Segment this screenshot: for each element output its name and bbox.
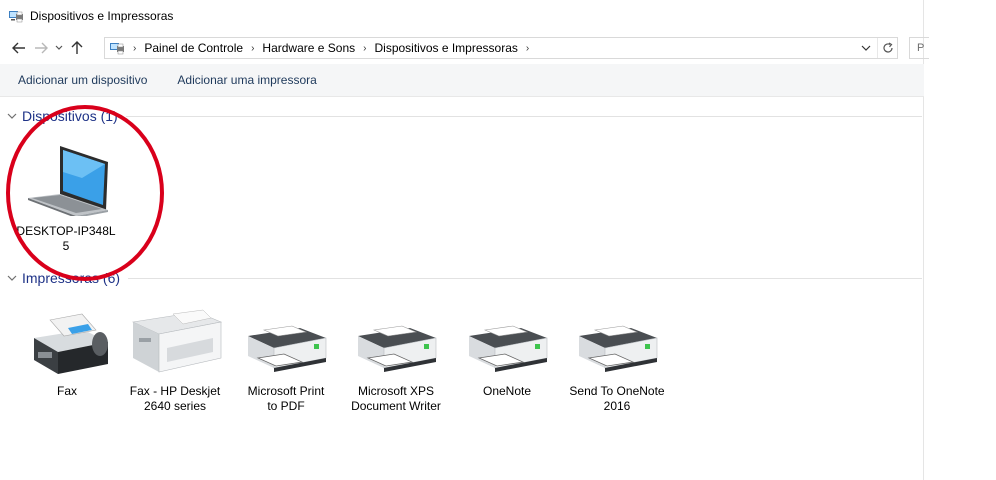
group-divider bbox=[128, 277, 922, 279]
arrow-left-icon bbox=[12, 42, 25, 54]
devices-group-header[interactable]: Dispositivos (1) bbox=[0, 107, 924, 125]
printer-fax[interactable]: Fax bbox=[17, 304, 117, 399]
refresh-icon bbox=[882, 42, 893, 53]
laptop-icon bbox=[18, 136, 114, 216]
devices-printers-app-icon bbox=[9, 11, 23, 23]
address-history-dropdown[interactable] bbox=[857, 38, 875, 58]
devices-printers-window: Dispositivos e Impressoras › Painel de C… bbox=[0, 0, 929, 480]
back-button[interactable] bbox=[8, 36, 30, 60]
group-divider bbox=[125, 115, 922, 117]
control-panel-icon bbox=[110, 43, 124, 55]
address-bar[interactable]: › Painel de Controle › Hardware e Sons ›… bbox=[104, 37, 898, 59]
arrow-right-icon bbox=[35, 42, 48, 54]
printer-onenote[interactable]: OneNote bbox=[457, 304, 557, 399]
window-title: Dispositivos e Impressoras bbox=[30, 9, 174, 23]
breadcrumb-separator-icon[interactable]: › bbox=[363, 43, 366, 54]
collapse-chevron-icon[interactable] bbox=[2, 113, 22, 120]
collapse-chevron-icon[interactable] bbox=[2, 275, 22, 282]
breadcrumb-separator-icon[interactable]: › bbox=[526, 43, 529, 54]
printer-icon bbox=[459, 304, 555, 376]
inkjet-printer-icon bbox=[127, 304, 223, 376]
breadcrumb-devices-printers[interactable]: Dispositivos e Impressoras bbox=[374, 41, 517, 55]
search-input[interactable]: P bbox=[909, 37, 929, 59]
printers-group-label: Impressoras (6) bbox=[22, 270, 121, 286]
printer-microsoft-print-to-pdf[interactable]: Microsoft Print to PDF bbox=[236, 304, 336, 414]
printer-name-label: Microsoft Print to PDF bbox=[247, 384, 325, 413]
breadcrumb-control-panel[interactable]: Painel de Controle bbox=[144, 41, 243, 55]
printer-name-label: OneNote bbox=[482, 384, 532, 398]
printer-name-label: Microsoft XPS Document Writer bbox=[351, 384, 441, 413]
printer-icon bbox=[348, 304, 444, 376]
device-name-label: DESKTOP-IP348L 5 bbox=[16, 224, 116, 253]
printer-icon bbox=[238, 304, 334, 376]
breadcrumb-separator-icon[interactable]: › bbox=[251, 43, 254, 54]
printer-name-label: Fax - HP Deskjet 2640 series bbox=[129, 384, 221, 413]
printer-hp-deskjet[interactable]: Fax - HP Deskjet 2640 series bbox=[125, 304, 225, 414]
fax-icon bbox=[19, 304, 115, 376]
breadcrumb-separator-icon[interactable]: › bbox=[133, 43, 136, 54]
navigation-bar: › Painel de Controle › Hardware e Sons ›… bbox=[0, 34, 924, 62]
recent-locations-button[interactable] bbox=[52, 36, 66, 60]
arrow-up-icon bbox=[71, 41, 83, 54]
device-desktop[interactable]: DESKTOP-IP348L 5 bbox=[16, 136, 116, 254]
chevron-down-icon bbox=[861, 45, 871, 51]
command-bar: Adicionar um dispositivo Adicionar uma i… bbox=[0, 64, 924, 97]
forward-button[interactable] bbox=[30, 36, 52, 60]
chevron-down-icon bbox=[55, 45, 63, 50]
printer-send-to-onenote[interactable]: Send To OneNote 2016 bbox=[567, 304, 667, 414]
up-button[interactable] bbox=[66, 36, 88, 60]
printer-name-label: Send To OneNote 2016 bbox=[569, 384, 665, 413]
add-device-button[interactable]: Adicionar um dispositivo bbox=[0, 73, 162, 87]
refresh-button[interactable] bbox=[877, 38, 897, 58]
devices-group-label: Dispositivos (1) bbox=[22, 108, 118, 124]
printers-group-header[interactable]: Impressoras (6) bbox=[0, 269, 924, 287]
printer-microsoft-xps[interactable]: Microsoft XPS Document Writer bbox=[346, 304, 446, 414]
printer-name-label: Fax bbox=[56, 384, 77, 398]
title-bar: Dispositivos e Impressoras bbox=[0, 0, 924, 32]
add-printer-button[interactable]: Adicionar uma impressora bbox=[162, 73, 331, 87]
breadcrumb-hardware-sound[interactable]: Hardware e Sons bbox=[262, 41, 355, 55]
printer-icon bbox=[569, 304, 665, 376]
